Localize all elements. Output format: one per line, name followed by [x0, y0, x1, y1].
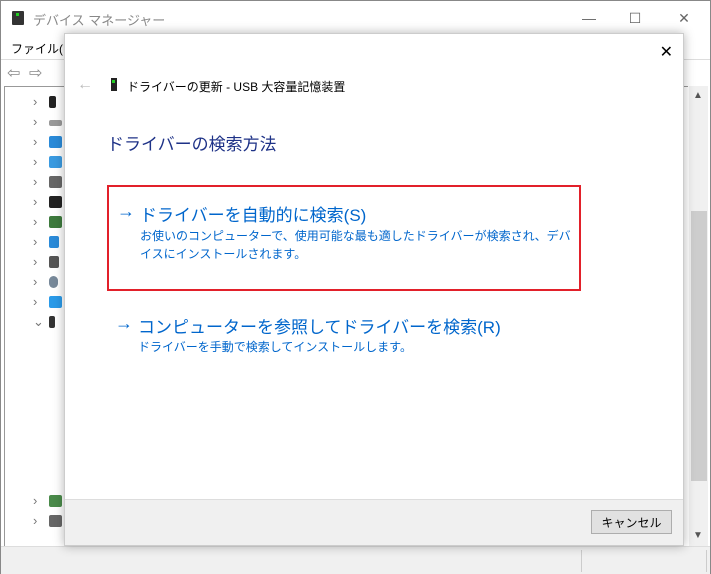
page-heading: ドライバーの検索方法 [107, 135, 277, 154]
window-title: デバイス マネージャー [33, 13, 166, 28]
mouse-icon [49, 276, 58, 288]
option-title[interactable]: ドライバーを自動的に検索(S) [140, 201, 366, 226]
processor-icon [49, 216, 62, 228]
usb-icon [49, 316, 55, 328]
usb-storage-icon [111, 78, 117, 91]
chevron-right-icon[interactable]: › [33, 194, 37, 209]
browse-computer-option[interactable]: → コンピューターを参照してドライバーを検索(R) ドライバーを手動で検索してイ… [107, 302, 581, 382]
scroll-down-icon[interactable]: ▼ [693, 530, 703, 541]
back-arrow-icon[interactable]: ⇦ [7, 63, 20, 83]
chevron-down-icon[interactable]: ⌄ [33, 314, 44, 330]
chevron-right-icon[interactable]: › [33, 234, 37, 249]
option-description: お使いのコンピューターで、使用可能な最も適したドライバーが検索され、デバイスにイ… [140, 229, 571, 261]
option-title[interactable]: コンピューターを参照してドライバーを検索(R) [138, 313, 501, 338]
sound-icon [49, 495, 62, 507]
chevron-right-icon[interactable]: › [33, 114, 37, 129]
chevron-right-icon[interactable]: › [33, 214, 37, 229]
maximize-button[interactable]: ☐ [612, 1, 658, 35]
chevron-right-icon[interactable]: › [33, 254, 37, 269]
printer-icon [49, 515, 62, 527]
dialog-close-button[interactable]: ✕ [660, 42, 673, 62]
forward-arrow-icon[interactable]: ⇨ [29, 63, 42, 83]
tablet-icon [49, 236, 59, 248]
computer-icon [49, 96, 56, 108]
dialog-footer: キャンセル [65, 499, 683, 545]
device-manager-icon [12, 11, 24, 25]
chevron-right-icon[interactable]: › [33, 134, 37, 149]
dialog-header: ドライバーの更新 - USB 大容量記憶装置 [127, 80, 346, 94]
status-bar [1, 546, 710, 574]
chevron-right-icon[interactable]: › [33, 94, 37, 109]
minimize-button[interactable]: — [566, 1, 612, 35]
option-description: ドライバーを手動で検索してインストールします。 [138, 340, 412, 354]
scrollbar-thumb[interactable] [691, 211, 707, 481]
port-icon [49, 256, 59, 268]
chip-icon [49, 196, 62, 208]
close-button[interactable]: ✕ [661, 1, 707, 35]
chevron-right-icon[interactable]: › [33, 513, 37, 528]
chevron-right-icon[interactable]: › [33, 154, 37, 169]
chevron-right-icon[interactable]: › [33, 493, 37, 508]
network-icon [49, 156, 62, 168]
keyboard-icon [49, 176, 62, 188]
scroll-up-icon[interactable]: ▲ [693, 90, 703, 101]
disk-drive-icon [49, 120, 62, 126]
monitor-icon [49, 296, 62, 308]
cancel-button[interactable]: キャンセル [591, 510, 672, 534]
arrow-right-icon: → [117, 201, 135, 221]
chevron-right-icon[interactable]: › [33, 294, 37, 309]
chevron-right-icon[interactable]: › [33, 274, 37, 289]
auto-search-option[interactable]: → ドライバーを自動的に検索(S) お使いのコンピューターで、使用可能な最も適し… [107, 185, 581, 291]
display-adapter-icon [49, 136, 62, 148]
vertical-scrollbar[interactable]: ▲ ▼ [689, 86, 708, 546]
chevron-right-icon[interactable]: › [33, 174, 37, 189]
arrow-right-icon: → [115, 313, 133, 333]
back-button[interactable]: ← [77, 76, 93, 94]
update-driver-dialog: ✕ ← ドライバーの更新 - USB 大容量記憶装置 ドライバーの検索方法 → … [64, 33, 684, 546]
title-bar: デバイス マネージャー — ☐ ✕ [1, 1, 710, 35]
